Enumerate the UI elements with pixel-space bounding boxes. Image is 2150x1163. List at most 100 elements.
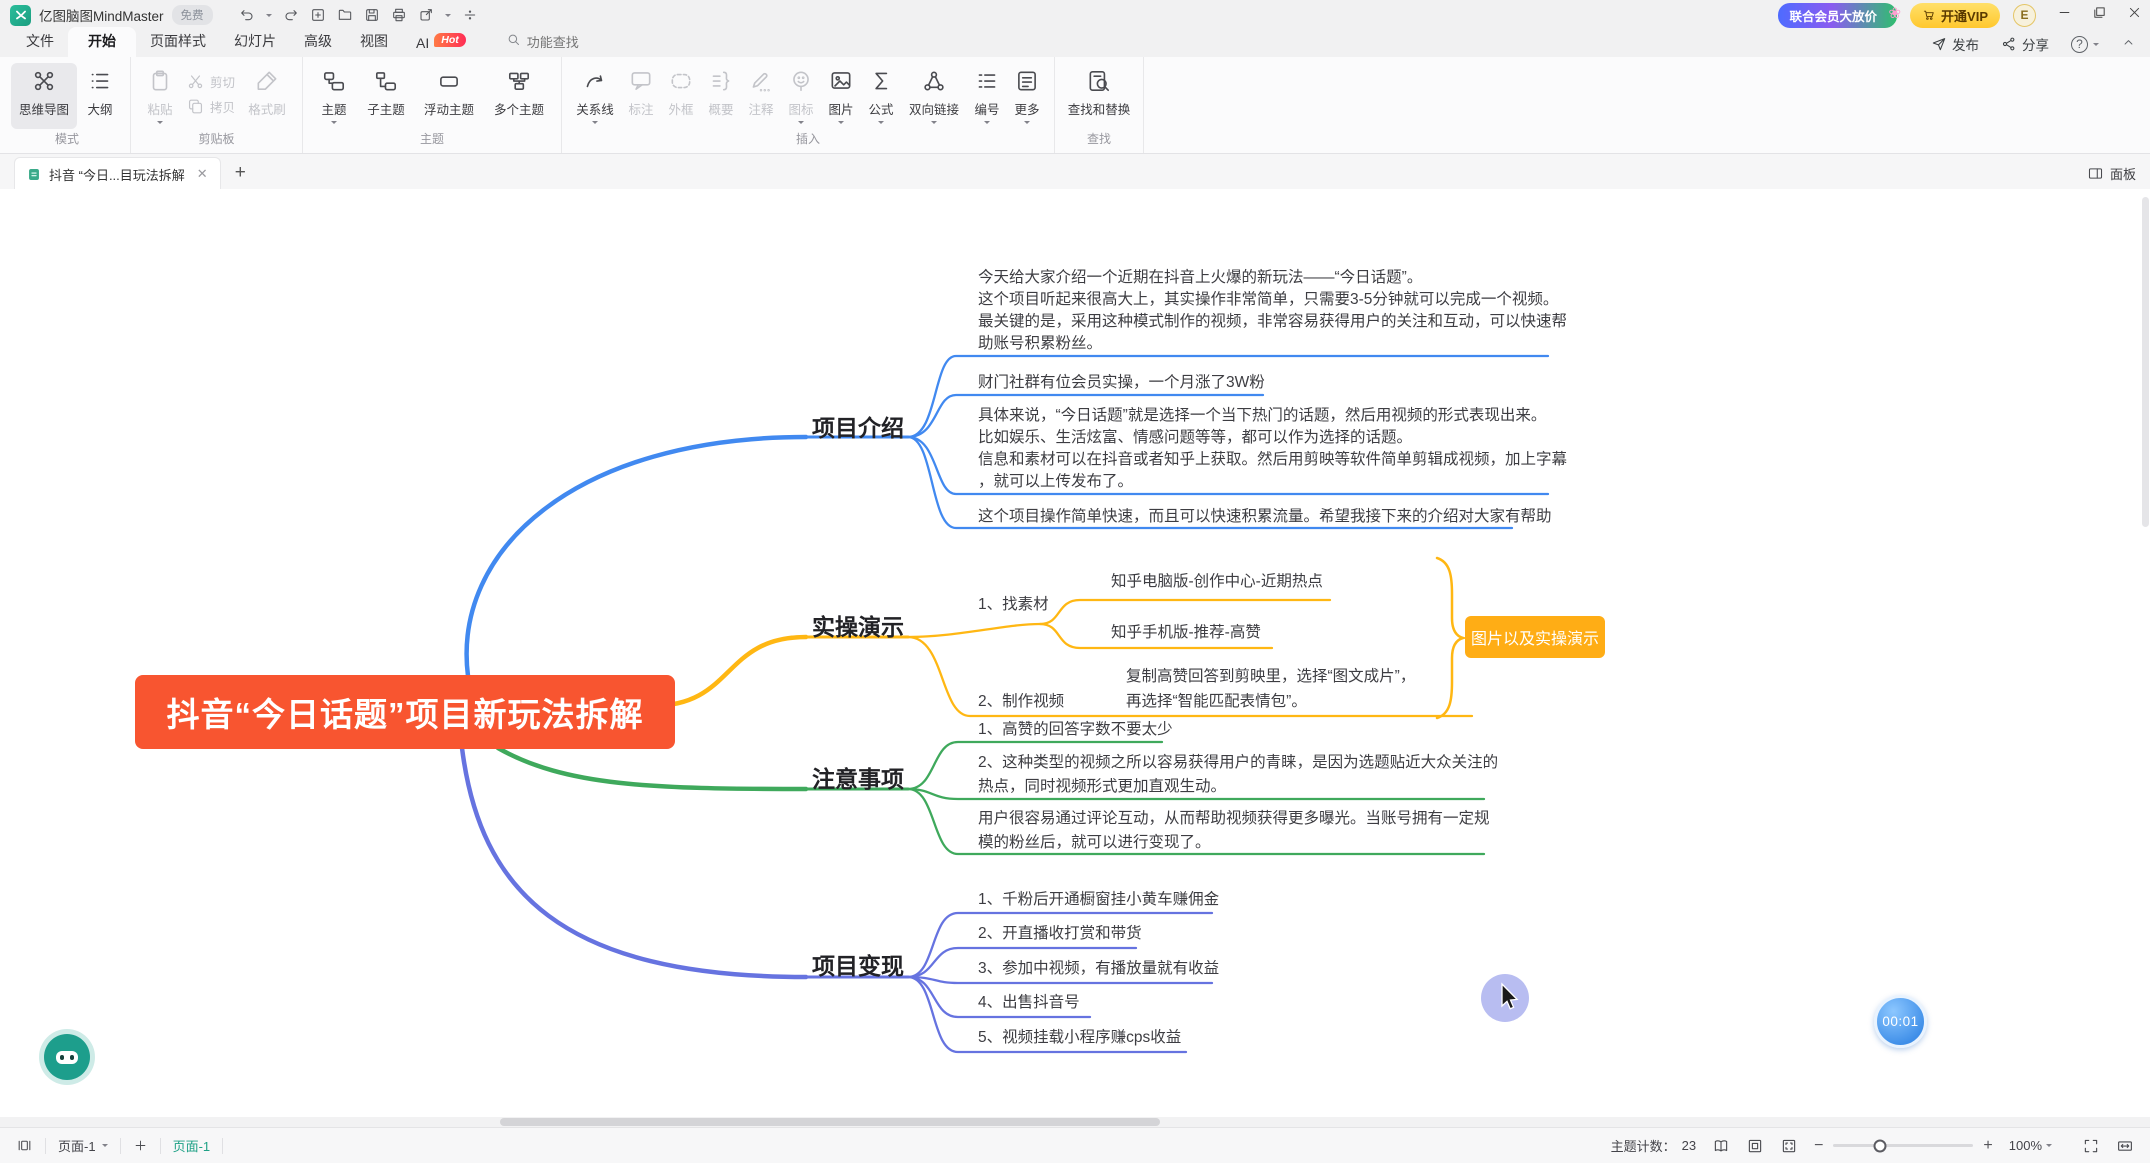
undo-caret-icon[interactable] bbox=[266, 14, 272, 20]
zoom-out-button[interactable]: − bbox=[1814, 1138, 1823, 1154]
note-monetize-4[interactable]: 4、出售抖音号 bbox=[978, 992, 1080, 1014]
branch-label-monetize[interactable]: 项目变现 bbox=[812, 947, 904, 981]
fullscreen-button[interactable] bbox=[2082, 1137, 2100, 1155]
paste-button[interactable]: 粘贴 bbox=[138, 63, 182, 129]
note-demo-zhihu-mobile[interactable]: 知乎手机版-推荐-高赞 bbox=[1111, 622, 1261, 644]
relationship-button[interactable]: 关系线 bbox=[569, 63, 621, 129]
subtopic-button[interactable]: 子主题 bbox=[358, 63, 414, 129]
formula-button[interactable]: 公式 bbox=[861, 63, 901, 129]
tab-advanced[interactable]: 高级 bbox=[290, 27, 346, 57]
note-intro-4[interactable]: 这个项目操作简单快速，而且可以快速积累流量。希望我接下来的介绍对大家有帮助 bbox=[978, 506, 1552, 528]
tab-page-style[interactable]: 页面样式 bbox=[136, 27, 220, 57]
promo-banner[interactable]: 联合会员大放价❀ bbox=[1778, 3, 1898, 28]
page-selector[interactable]: 页面-1 bbox=[58, 1136, 108, 1155]
central-topic[interactable]: 抖音“今日话题”项目新玩法拆解 bbox=[135, 675, 675, 749]
callout-button[interactable]: 标注 bbox=[621, 63, 661, 129]
mindmap-canvas[interactable]: 抖音“今日话题”项目新玩法拆解 项目介绍 实操演示 注意事项 项目变现 今天给大… bbox=[0, 189, 2150, 1117]
tab-view[interactable]: 视图 bbox=[346, 27, 402, 57]
undo-icon[interactable] bbox=[239, 7, 255, 23]
icon-marker-button[interactable]: 图标 bbox=[781, 63, 821, 129]
find-replace-button[interactable]: 查找和替换 bbox=[1062, 63, 1136, 129]
horizontal-scrollbar[interactable] bbox=[0, 1117, 2150, 1127]
format-painter-button[interactable]: 格式刷 bbox=[239, 63, 295, 129]
floating-topic-button[interactable]: 浮动主题 bbox=[414, 63, 484, 129]
copy-button[interactable]: 拷贝 bbox=[186, 97, 235, 116]
zoom-slider[interactable] bbox=[1833, 1144, 1973, 1147]
note-monetize-5[interactable]: 5、视频挂载小程序赚cps收益 bbox=[978, 1027, 1181, 1049]
bidirectional-link-button[interactable]: 双向链接 bbox=[901, 63, 967, 129]
group-label-find: 查找 bbox=[1062, 130, 1136, 147]
redo-icon[interactable] bbox=[283, 7, 299, 23]
mindmap-mode-button[interactable]: 思维导图 bbox=[11, 63, 77, 129]
branch-label-notes[interactable]: 注意事项 bbox=[812, 760, 904, 794]
export-caret-icon[interactable] bbox=[445, 14, 451, 20]
note-caution-3[interactable]: 用户很容易通过评论互动，从而帮助视频获得更多曝光。当账号拥有一定规 模的粉丝后，… bbox=[978, 807, 1490, 855]
customize-toolbar-icon[interactable] bbox=[462, 7, 478, 23]
more-insert-button[interactable]: 更多 bbox=[1007, 63, 1047, 129]
search-input[interactable] bbox=[527, 35, 637, 50]
recording-timer[interactable]: 00:01 bbox=[1874, 995, 1927, 1048]
open-file-icon[interactable] bbox=[337, 7, 353, 23]
zoom-level[interactable]: 100% bbox=[2009, 1138, 2052, 1153]
topic-button[interactable]: 主题 bbox=[310, 63, 358, 129]
horizontal-scrollbar-thumb[interactable] bbox=[500, 1118, 1160, 1126]
note-intro-3[interactable]: 具体来说，“今日话题”就是选择一个当下热门的话题，然后用视频的形式表现出来。 比… bbox=[978, 405, 1567, 493]
note-intro-1[interactable]: 今天给大家介绍一个近期在抖音上火爆的新玩法——“今日话题”。 这个项目听起来很高… bbox=[978, 267, 1567, 355]
close-button[interactable] bbox=[2127, 5, 2142, 25]
note-intro-2[interactable]: 财门社群有位会员实操，一个月涨了3W粉 bbox=[978, 372, 1265, 394]
note-monetize-2[interactable]: 2、开直播收打赏和带货 bbox=[978, 923, 1142, 945]
ai-assistant-button[interactable] bbox=[44, 1034, 90, 1080]
reading-mode-button[interactable] bbox=[1712, 1137, 1730, 1155]
note-demo-jianying[interactable]: 复制高赞回答到剪映里，选择“图文成片”， 再选择“智能匹配表情包”。 bbox=[1126, 664, 1415, 714]
outline-mode-button[interactable]: 大纲 bbox=[77, 63, 123, 129]
restore-button[interactable] bbox=[2092, 5, 2107, 25]
multiple-topics-button[interactable]: 多个主题 bbox=[484, 63, 554, 129]
page-tab-current[interactable]: 页面-1 bbox=[173, 1136, 211, 1155]
numbering-button[interactable]: 编号 bbox=[967, 63, 1007, 129]
note-caution-1[interactable]: 1、高赞的回答字数不要太少 bbox=[978, 719, 1173, 741]
note-monetize-3[interactable]: 3、参加中视频，有播放量就有收益 bbox=[978, 958, 1219, 980]
zoom-in-button[interactable]: + bbox=[1983, 1138, 1992, 1154]
note-demo-find-material[interactable]: 1、找素材 bbox=[978, 594, 1049, 616]
branch-label-intro[interactable]: 项目介绍 bbox=[812, 409, 904, 443]
vip-button[interactable]: 开通VIP bbox=[1910, 3, 2000, 28]
panel-toggle-button[interactable]: 面板 bbox=[2087, 164, 2136, 183]
note-caution-2[interactable]: 2、这种类型的视频之所以容易获得用户的青睐，是因为选题贴近大众关注的 热点，同时… bbox=[978, 751, 1498, 799]
add-page-button[interactable] bbox=[133, 1138, 148, 1153]
note-demo-zhihu-pc[interactable]: 知乎电脑版-创作中心-近期热点 bbox=[1111, 571, 1323, 593]
add-tab-button[interactable]: + bbox=[235, 162, 246, 184]
tab-home[interactable]: 开始 bbox=[68, 27, 136, 57]
document-tab[interactable]: 抖音 “今日...目玩法拆解 ✕ bbox=[14, 157, 221, 190]
zoom-slider-knob[interactable] bbox=[1873, 1139, 1886, 1152]
picture-button[interactable]: 图片 bbox=[821, 63, 861, 129]
minimize-button[interactable] bbox=[2057, 5, 2072, 25]
note-demo-make-video[interactable]: 2、制作视频 bbox=[978, 691, 1064, 713]
vertical-scrollbar-thumb[interactable] bbox=[2142, 197, 2149, 527]
tab-file[interactable]: 文件 bbox=[12, 27, 68, 57]
boundary-button[interactable]: 外框 bbox=[661, 63, 701, 129]
publish-button[interactable]: 发布 bbox=[1931, 34, 1979, 54]
help-button[interactable]: ? bbox=[2071, 36, 2099, 53]
fit-screen-button[interactable] bbox=[1780, 1137, 1798, 1155]
branch-label-demo[interactable]: 实操演示 bbox=[812, 608, 904, 642]
tab-slides[interactable]: 幻灯片 bbox=[220, 27, 290, 57]
print-icon[interactable] bbox=[391, 7, 407, 23]
collapse-ribbon-icon[interactable] bbox=[2121, 35, 2136, 53]
new-file-icon[interactable] bbox=[310, 7, 326, 23]
fit-center-button[interactable] bbox=[1746, 1137, 1764, 1155]
cut-button[interactable]: 剪切 bbox=[186, 72, 235, 91]
fit-width-button[interactable] bbox=[2116, 1137, 2134, 1155]
close-tab-icon[interactable]: ✕ bbox=[197, 166, 208, 182]
summary-button[interactable]: 概要 bbox=[701, 63, 741, 129]
share-button[interactable]: 分享 bbox=[2001, 34, 2049, 54]
vertical-scrollbar[interactable] bbox=[2141, 189, 2150, 1117]
feature-search[interactable] bbox=[506, 32, 637, 57]
summary-topic[interactable]: 图片以及实操演示 bbox=[1465, 616, 1605, 658]
tab-ai[interactable]: AIHot bbox=[402, 31, 480, 57]
page-overview-button[interactable] bbox=[16, 1137, 33, 1154]
export-icon[interactable] bbox=[418, 7, 434, 23]
note-monetize-1[interactable]: 1、千粉后开通橱窗挂小黄车赚佣金 bbox=[978, 889, 1219, 911]
comment-button[interactable]: 注释 bbox=[741, 63, 781, 129]
save-icon[interactable] bbox=[364, 7, 380, 23]
user-avatar[interactable]: E bbox=[2013, 4, 2036, 27]
